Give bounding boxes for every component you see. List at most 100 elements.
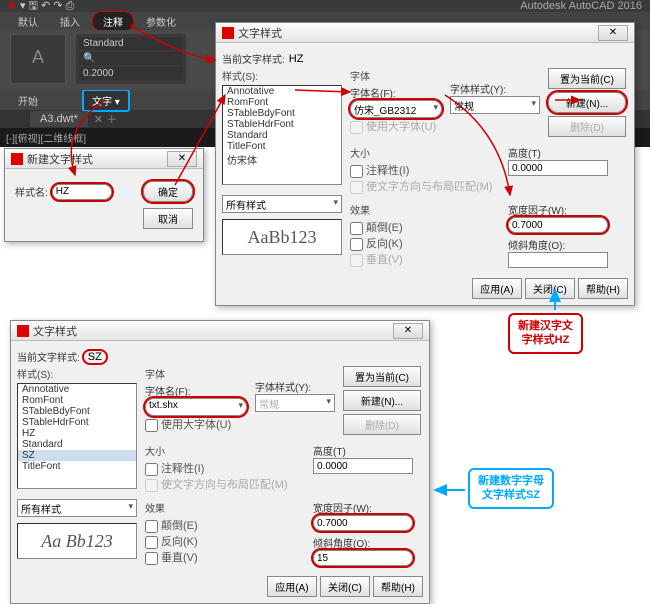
tab-parametric[interactable]: 参数化: [136, 12, 186, 31]
match-orient-check: 使文字方向与布局匹配(M): [145, 480, 288, 491]
list-item[interactable]: HZ: [18, 428, 136, 439]
effects-section: 效果: [350, 202, 500, 217]
big-font-check[interactable]: 使用大字体(U): [145, 420, 231, 431]
font-style-label: 字体样式(Y):: [255, 379, 335, 394]
font-section: 字体: [145, 366, 247, 381]
list-item[interactable]: 仿宋体: [223, 152, 341, 167]
font-style-combo[interactable]: 常规: [255, 394, 335, 412]
delete-button: 删除(D): [343, 414, 421, 435]
find-text-combo[interactable]: 🔍: [79, 52, 183, 65]
new-dlg-titlebar: 新建文字样式 ✕: [5, 149, 203, 169]
preview-box: Aa Bb123: [17, 523, 137, 559]
close-button[interactable]: 关闭(C): [320, 576, 370, 597]
ok-button[interactable]: 确定: [143, 181, 193, 202]
height-input[interactable]: [508, 160, 608, 176]
match-orient-check: 使文字方向与布局匹配(M): [350, 182, 493, 193]
text-group[interactable]: A: [10, 34, 66, 84]
annotative-check[interactable]: 注释性(I): [350, 166, 409, 177]
apply-button[interactable]: 应用(A): [472, 278, 522, 299]
text-height-box[interactable]: 0.2000: [79, 67, 183, 80]
list-item[interactable]: STableBdyFont: [18, 406, 136, 417]
cur-style-label: 当前文字样式:: [17, 349, 80, 364]
delete-button: 删除(D): [548, 116, 626, 137]
upside-check[interactable]: 颠倒(E): [145, 521, 198, 532]
vertical-check[interactable]: 垂直(V): [145, 553, 198, 564]
autocad-icon: [222, 27, 234, 39]
text-style-dialog-sz: 文字样式 ✕ 当前文字样式: SZ 样式(S): Annotative RomFo…: [10, 320, 430, 604]
styles-listbox[interactable]: Annotative RomFont STableBdyFont STableH…: [222, 85, 342, 185]
set-current-button[interactable]: 置为当前(C): [343, 366, 421, 387]
height-label: 高度(T): [508, 145, 628, 160]
font-section: 字体: [350, 68, 442, 83]
annotative-check[interactable]: 注释性(I): [145, 464, 204, 475]
size-section: 大小: [145, 443, 305, 458]
font-style-combo[interactable]: 常规: [450, 96, 540, 114]
apply-button[interactable]: 应用(A): [267, 576, 317, 597]
callout-sz: 新建数字字母 文字样式SZ: [468, 468, 554, 509]
new-button[interactable]: 新建(N)...: [343, 390, 421, 411]
font-name-combo[interactable]: 仿宋_GB2312: [350, 100, 442, 118]
file-tab-a3[interactable]: A3.dwt*: [30, 111, 88, 127]
style-panel: Standard 🔍 0.2000: [76, 34, 186, 84]
new-button[interactable]: 新建(N)...: [548, 92, 626, 113]
filter-combo[interactable]: 所有样式: [17, 499, 137, 517]
oblique-input[interactable]: [508, 252, 608, 268]
app-logo: A: [8, 0, 16, 12]
width-factor-input[interactable]: [508, 217, 608, 233]
hz-title: 文字样式: [238, 25, 598, 41]
set-current-button[interactable]: 置为当前(C): [548, 68, 626, 89]
list-item[interactable]: STableHdrFont: [18, 417, 136, 428]
tab-annotate[interactable]: 注释: [92, 11, 134, 32]
list-item[interactable]: SZ: [18, 450, 136, 461]
height-input[interactable]: [313, 458, 413, 474]
font-name-combo[interactable]: txt.shx: [145, 398, 247, 416]
panel-text[interactable]: 文字 ▾: [82, 89, 130, 112]
list-item[interactable]: RomFont: [18, 395, 136, 406]
close-icon[interactable]: ✕: [393, 323, 423, 339]
list-item[interactable]: TitleFont: [223, 141, 341, 152]
big-font-check: 使用大字体(U): [350, 122, 436, 133]
new-text-style-dialog: 新建文字样式 ✕ 样式名: 确定 取消: [4, 148, 204, 242]
sz-title: 文字样式: [33, 323, 393, 339]
autocad-icon: [17, 325, 29, 337]
cur-style-label: 当前文字样式:: [222, 51, 285, 66]
callout-hz: 新建汉字文 字样式HZ: [508, 313, 583, 354]
list-item[interactable]: RomFont: [223, 97, 341, 108]
size-section: 大小: [350, 145, 500, 160]
list-item[interactable]: Annotative: [18, 384, 136, 395]
styles-listbox[interactable]: Annotative RomFont STableBdyFont STableH…: [17, 383, 137, 489]
close-icon[interactable]: ✕: [598, 25, 628, 41]
cancel-button[interactable]: 取消: [143, 208, 193, 229]
tab-default[interactable]: 默认: [8, 12, 48, 31]
file-tab-add[interactable]: ✕ ＋: [94, 111, 117, 127]
cur-style-value: HZ: [289, 53, 304, 65]
tab-insert[interactable]: 插入: [50, 12, 90, 31]
list-item[interactable]: Annotative: [223, 86, 341, 97]
help-button[interactable]: 帮助(H): [578, 278, 628, 299]
oblique-input[interactable]: [313, 550, 413, 566]
list-item[interactable]: Standard: [223, 130, 341, 141]
style-name-combo[interactable]: Standard: [79, 37, 183, 50]
list-item[interactable]: STableHdrFont: [223, 119, 341, 130]
hz-titlebar: 文字样式 ✕: [216, 23, 634, 43]
filter-combo[interactable]: 所有样式: [222, 195, 342, 213]
width-factor-input[interactable]: [313, 515, 413, 531]
effects-section: 效果: [145, 500, 305, 515]
upside-check[interactable]: 颠倒(E): [350, 223, 403, 234]
sz-titlebar: 文字样式 ✕: [11, 321, 429, 341]
help-button[interactable]: 帮助(H): [373, 576, 423, 597]
panel-start[interactable]: 开始: [10, 91, 46, 110]
close-button[interactable]: 关闭(C): [525, 278, 575, 299]
list-item[interactable]: STableBdyFont: [223, 108, 341, 119]
list-item[interactable]: TitleFont: [18, 461, 136, 472]
autocad-icon: [11, 153, 23, 165]
preview-box: AaBb123: [222, 219, 342, 255]
backwards-check[interactable]: 反向(K): [350, 239, 403, 250]
list-item[interactable]: Standard: [18, 439, 136, 450]
close-icon[interactable]: ✕: [167, 151, 197, 167]
styles-list-label: 样式(S):: [222, 68, 342, 83]
new-dlg-title: 新建文字样式: [27, 151, 167, 167]
styles-list-label: 样式(S):: [17, 366, 137, 381]
backwards-check[interactable]: 反向(K): [145, 537, 198, 548]
style-name-input[interactable]: [52, 184, 112, 200]
